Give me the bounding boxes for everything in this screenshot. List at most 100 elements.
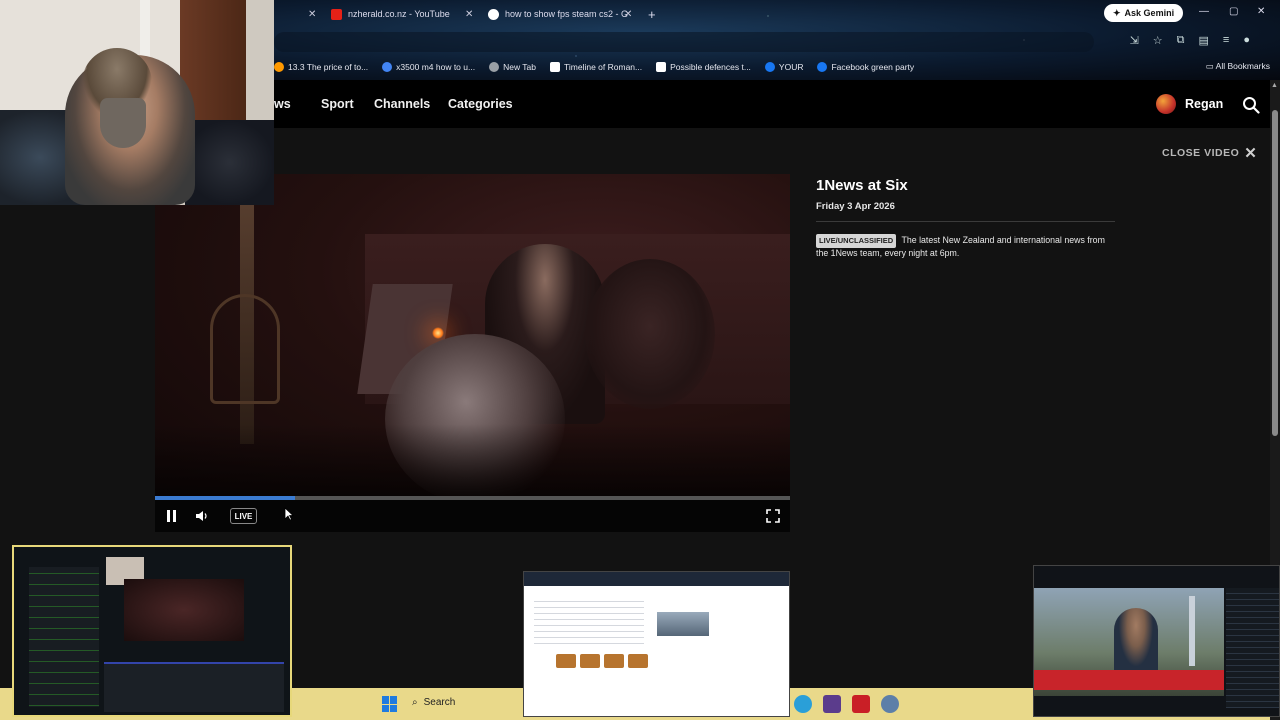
show-description-block: LIVE/UNCLASSIFIED The latest New Zealand… (816, 234, 1116, 259)
sidebar-icon[interactable]: ▤ (1199, 34, 1209, 47)
wikipedia-icon (550, 62, 561, 72)
show-title: 1News at Six (816, 177, 908, 194)
bookmark-label: 13.3 The price of to... (288, 62, 369, 72)
nav-channels[interactable]: Channels (374, 97, 430, 111)
live-badge[interactable]: LIVE (230, 508, 257, 524)
thumbnail-content (29, 567, 99, 707)
thumbnail-content (1189, 596, 1195, 666)
settings-icon[interactable] (881, 695, 899, 713)
extensions-icon[interactable]: ⧉ (1177, 34, 1185, 47)
bookmark-label: Timeline of Roman... (564, 62, 643, 72)
nav-categories[interactable]: Categories (448, 97, 513, 111)
thumbnail-content (1114, 608, 1158, 678)
taskbar-search[interactable]: ⌕ Search (412, 697, 455, 708)
thumbnail-content (524, 572, 789, 586)
window-thumbnail[interactable] (1033, 565, 1280, 717)
window-thumbnail[interactable] (523, 571, 790, 717)
thumbnail-content (657, 612, 709, 636)
bookmark-star-icon[interactable]: ☆ (1153, 34, 1163, 47)
video-frame (432, 327, 444, 339)
video-player[interactable] (155, 174, 790, 498)
tab-google-search[interactable]: how to show fps steam cs2 - G (488, 4, 628, 24)
thumbnail-content (604, 654, 624, 668)
volume-icon[interactable] (195, 509, 209, 523)
window-thumbnail[interactable] (12, 545, 292, 717)
minimize-icon[interactable]: — (1199, 6, 1209, 17)
fullscreen-icon[interactable] (766, 509, 780, 523)
facebook-icon (817, 62, 828, 72)
all-bookmarks-label: All Bookmarks (1215, 61, 1270, 71)
pause-icon[interactable] (166, 510, 177, 522)
mouse-cursor-icon (284, 507, 294, 521)
menu-icon[interactable]: ≡ (1223, 34, 1229, 47)
bookmark-item[interactable]: YOUR (764, 62, 804, 72)
thumbnail-content (556, 654, 576, 668)
close-video-button[interactable]: CLOSE VIDEO ✕ (1162, 144, 1257, 162)
user-name[interactable]: Regan (1185, 97, 1223, 111)
show-date: Friday 3 Apr 2026 (816, 201, 895, 212)
taskbar-search-label: Search (423, 697, 456, 708)
youtube-icon (331, 8, 342, 20)
tab-close-icon[interactable]: ✕ (465, 4, 473, 24)
tab-close-icon[interactable]: ✕ (624, 4, 632, 24)
bookmark-item[interactable]: Facebook green party (817, 62, 914, 72)
thumbnail-content (104, 662, 284, 712)
profile-icon[interactable]: ● (1243, 34, 1250, 47)
tab-label: how to show fps steam cs2 - G (505, 9, 629, 19)
new-tab-button[interactable]: + (648, 4, 656, 24)
bookmark-label: YOUR (778, 62, 804, 72)
address-bar[interactable] (274, 32, 1094, 52)
sparkle-icon: ✦ (1113, 7, 1121, 18)
telegram-icon[interactable] (794, 695, 812, 713)
bookmark-label: x3500 m4 how to u... (396, 62, 476, 72)
bookmark-item[interactable]: New Tab (489, 62, 536, 72)
thumbnail-content (1226, 588, 1279, 708)
google-icon (488, 8, 499, 20)
scrollbar-thumb[interactable] (1272, 110, 1278, 436)
ask-gemini-label: Ask Gemini (1124, 8, 1175, 18)
bookmark-item[interactable]: Possible defences t... (656, 62, 751, 72)
all-bookmarks[interactable]: ▭ All Bookmarks (1206, 61, 1270, 72)
folder-icon: ▭ (1205, 61, 1214, 71)
bookmarks-bar: 13.3 The price of to... x3500 m4 how to … (274, 58, 1280, 76)
video-frame (210, 294, 280, 404)
thumbnail-content (534, 596, 644, 646)
close-window-icon[interactable]: ✕ (1257, 6, 1265, 17)
tab-label: nzherald.co.nz - YouTube (348, 9, 450, 19)
bookmark-item[interactable]: Timeline of Roman... (550, 62, 642, 72)
thumbnail-content (124, 579, 244, 641)
bookmark-label: New Tab (503, 62, 537, 72)
ask-gemini-button[interactable]: ✦ Ask Gemini (1104, 4, 1184, 22)
google-icon (382, 62, 393, 72)
tab-youtube[interactable]: nzherald.co.nz - YouTube (331, 4, 450, 24)
search-icon: ⌕ (412, 697, 418, 708)
scroll-up-icon[interactable]: ▲ (1271, 82, 1278, 89)
avatar[interactable] (1156, 94, 1176, 114)
bookmark-item[interactable]: 13.3 The price of to... (274, 62, 368, 72)
bookmark-item[interactable]: x3500 m4 how to u... (382, 62, 475, 72)
tab-close-icon[interactable]: ✕ (308, 4, 316, 24)
app-icon[interactable] (823, 695, 841, 713)
nav-sport[interactable]: Sport (321, 97, 354, 111)
facebook-icon (764, 62, 775, 72)
video-frame (585, 259, 715, 409)
bookmark-icon (274, 62, 284, 72)
search-icon[interactable] (1242, 96, 1260, 114)
divider (816, 221, 1115, 222)
webcam-frame (185, 120, 274, 205)
bookmark-label: Possible defences t... (670, 62, 751, 72)
globe-icon (489, 62, 500, 72)
close-icon: ✕ (1244, 145, 1258, 162)
webcam-overlay (0, 0, 274, 205)
app-icon[interactable] (852, 695, 870, 713)
cl-icon (656, 62, 667, 72)
windows-start-icon[interactable] (382, 696, 398, 712)
maximize-icon[interactable]: ▢ (1229, 6, 1238, 17)
close-video-label: CLOSE VIDEO (1162, 147, 1240, 159)
classification-badge: LIVE/UNCLASSIFIED (816, 234, 897, 248)
webcam-frame (100, 98, 146, 148)
install-icon[interactable]: ⇲ (1130, 34, 1139, 47)
thumbnail-content (1034, 670, 1224, 690)
bookmark-label: Facebook green party (831, 62, 915, 72)
video-frame (155, 424, 790, 498)
